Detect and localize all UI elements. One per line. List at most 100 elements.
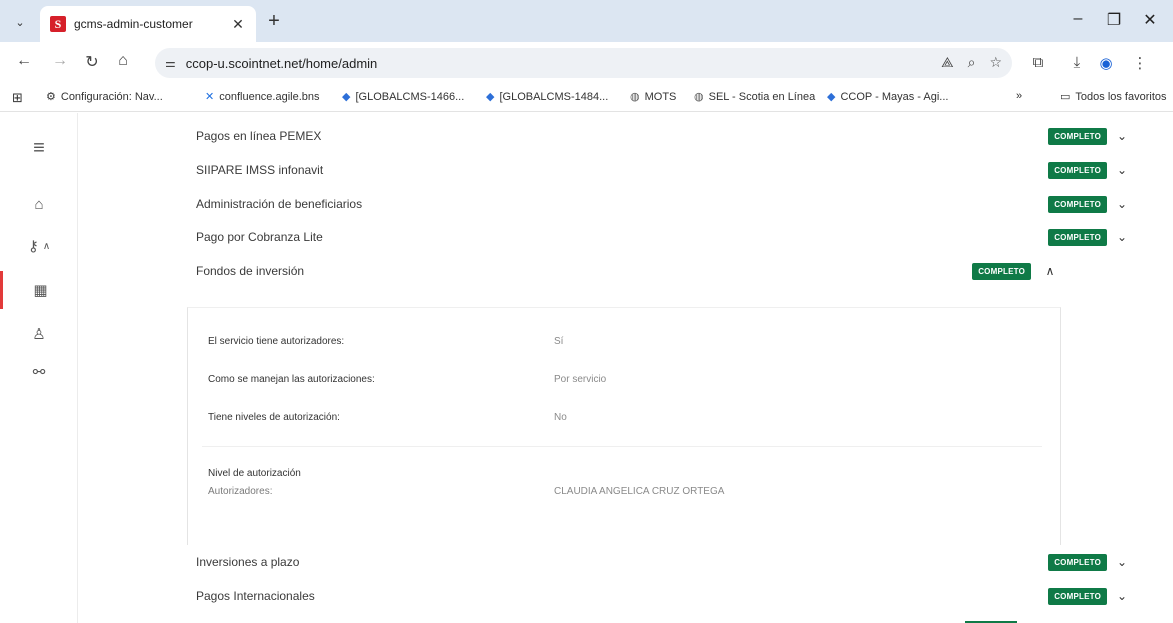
bookmarks-bar: ⊞ ⚙ Configuración: Nav... ✕ confluence.agi…: [0, 82, 1173, 112]
main-content: Pagos en línea PEMEX COMPLETO ⌄ SIIPARE …: [79, 113, 1173, 623]
chevron-down-icon[interactable]: ⌄: [1111, 589, 1133, 603]
home-icon[interactable]: ⌂: [113, 52, 133, 70]
service-row[interactable]: SIIPARE IMSS infonavit COMPLETO ⌄: [187, 153, 1133, 187]
jira-icon: ◆: [342, 91, 351, 103]
bookmark-item[interactable]: ◆ [GLOBALCMS-1466...: [342, 90, 465, 104]
bookmark-item[interactable]: ◆ [GLOBALCMS-1484...: [486, 90, 609, 104]
bookmark-star-icon[interactable]: ☆: [989, 54, 1002, 71]
profile-icon[interactable]: ◉: [1096, 54, 1116, 72]
forward-icon[interactable]: →: [50, 52, 70, 70]
service-title: Pagos Internacionales: [196, 589, 315, 603]
detail-value: No: [554, 412, 567, 423]
jira-icon: ◆: [827, 91, 836, 103]
service-row[interactable]: Pagos en línea PEMEX COMPLETO ⌄: [187, 119, 1133, 153]
jira-icon: ◆: [486, 91, 495, 103]
bookmark-item[interactable]: ◍ MOTS: [630, 90, 677, 104]
service-row[interactable]: Pago por Cobranza Lite COMPLETO ⌄: [187, 220, 1133, 254]
service-detail-panel: El servicio tiene autorizadores: Sí Como…: [187, 307, 1061, 545]
address-bar[interactable]: ⚌ ccop-u.scointnet.net/home/admin ⟁ ⌕ ☆: [155, 48, 1012, 78]
bookmark-label: CCOP - Mayas - Agi...: [840, 90, 949, 103]
bookmark-label: Configuración: Nav...: [60, 90, 163, 103]
zoom-icon[interactable]: ⌕: [968, 54, 976, 71]
globe-icon: ◍: [630, 91, 640, 103]
bookmark-label: [GLOBALCMS-1484...: [499, 90, 609, 103]
tab-strip: ⌄ S gcms-admin-customer ✕ + – ❐ ✕: [0, 0, 1173, 42]
sidebar-item-keys[interactable]: ⚷ ∧: [0, 227, 78, 265]
status-badge: COMPLETO: [1048, 127, 1107, 145]
chevron-up-icon[interactable]: ∧: [1039, 264, 1061, 278]
bookmark-item[interactable]: ◆ CCOP - Mayas - Agi...: [827, 90, 949, 104]
chevron-down-icon[interactable]: ⌄: [1111, 555, 1133, 569]
service-title: Pagos en línea PEMEX: [196, 129, 322, 143]
bookmark-item[interactable]: ◍ SEL - Scotia en Línea: [694, 90, 816, 104]
detail-value: Por servicio: [554, 374, 607, 385]
back-icon[interactable]: ←: [14, 52, 34, 70]
chevron-down-icon[interactable]: ⌄: [1111, 197, 1133, 211]
confluence-icon: ✕: [205, 91, 215, 103]
browser-tab[interactable]: S gcms-admin-customer ✕: [40, 6, 256, 42]
sidebar-item-user[interactable]: ♙: [0, 315, 78, 353]
divider: [202, 446, 1042, 447]
minimize-icon[interactable]: –: [1068, 10, 1088, 28]
new-tab-icon[interactable]: +: [264, 10, 284, 33]
detail-label: Como se manejan las autorizaciones:: [208, 374, 375, 385]
site-info-icon[interactable]: ⚌: [165, 56, 176, 70]
service-row[interactable]: Administración de beneficiarios COMPLETO…: [187, 187, 1133, 221]
close-tab-icon[interactable]: ✕: [230, 16, 246, 33]
status-badge: COMPLETO: [972, 262, 1031, 280]
sidebar-item-store[interactable]: ▦: [0, 271, 78, 309]
service-title: Administración de beneficiarios: [196, 197, 363, 211]
service-row-expanded[interactable]: Fondos de inversión COMPLETO ∧: [187, 254, 1061, 288]
tab-title: gcms-admin-customer: [74, 17, 193, 31]
level-heading: Nivel de autorización: [208, 468, 301, 479]
service-row[interactable]: Pagos Internacionales COMPLETO ⌄: [187, 579, 1133, 613]
more-menu-icon[interactable]: ⋮: [1130, 54, 1150, 72]
service-title: SIIPARE IMSS infonavit: [196, 163, 324, 177]
chevron-up-icon: ∧: [42, 240, 51, 252]
globe-icon: ◍: [694, 91, 704, 103]
restore-icon[interactable]: ❐: [1104, 10, 1124, 30]
status-badge: COMPLETO: [1048, 587, 1107, 605]
service-row[interactable]: Inversiones a plazo COMPLETO ⌄: [187, 545, 1133, 579]
bookmark-label: [GLOBALCMS-1466...: [355, 90, 465, 103]
all-bookmarks-label: Todos los favoritos: [1075, 90, 1167, 103]
service-title: Pago por Cobranza Lite: [196, 230, 323, 244]
chevron-down-icon[interactable]: ⌄: [1111, 129, 1133, 143]
detail-label: El servicio tiene autorizadores:: [208, 336, 345, 347]
close-window-icon[interactable]: ✕: [1140, 10, 1160, 30]
store-icon: ▦: [33, 282, 48, 299]
tab-search-chevron-icon[interactable]: ⌄: [10, 12, 30, 32]
download-icon[interactable]: ⤓: [1067, 54, 1087, 71]
translate-icon[interactable]: ⟁: [941, 54, 954, 71]
all-bookmarks-button[interactable]: ▭ Todos los favoritos: [1060, 90, 1167, 104]
users-icon: ⚯: [32, 364, 46, 381]
authorizers-value: CLAUDIA ANGELICA CRUZ ORTEGA: [554, 486, 725, 497]
hamburger-menu-icon[interactable]: ≡: [0, 129, 78, 167]
bookmark-item[interactable]: ⚙ Configuración: Nav...: [46, 90, 163, 104]
bookmark-label: MOTS: [644, 90, 677, 103]
browser-toolbar: ← → ↻ ⌂ ⚌ ccop-u.scointnet.net/home/admi…: [0, 42, 1173, 82]
status-badge: COMPLETO: [1048, 553, 1107, 571]
status-badge: COMPLETO: [1048, 195, 1107, 213]
bookmark-label: SEL - Scotia en Línea: [708, 90, 816, 103]
service-title: Inversiones a plazo: [196, 555, 300, 569]
apps-grid-icon[interactable]: ⊞: [12, 90, 23, 106]
reload-icon[interactable]: ↻: [82, 52, 102, 72]
authorizers-label: Autorizadores:: [208, 486, 273, 497]
chevron-down-icon[interactable]: ⌄: [1111, 230, 1133, 244]
gear-icon: ⚙: [46, 91, 56, 103]
bookmark-item[interactable]: ✕ confluence.agile.bns: [205, 90, 320, 104]
folder-icon: ▭: [1060, 91, 1071, 103]
service-title: Fondos de inversión: [196, 264, 305, 278]
detail-value: Sí: [554, 336, 564, 347]
status-badge: COMPLETO: [1048, 161, 1107, 179]
status-badge: COMPLETO: [1048, 228, 1107, 246]
bookmarks-overflow-button[interactable]: »: [1016, 90, 1022, 102]
detail-label: Tiene niveles de autorización:: [208, 412, 340, 423]
chevron-down-icon[interactable]: ⌄: [1111, 163, 1133, 177]
home-nav-icon[interactable]: ⌂: [0, 185, 78, 223]
extensions-icon[interactable]: ⧉: [1028, 54, 1048, 71]
sidebar-item-users[interactable]: ⚯: [0, 353, 78, 391]
url-text: ccop-u.scointnet.net/home/admin: [185, 55, 378, 71]
key-icon: ⚷: [27, 238, 39, 255]
